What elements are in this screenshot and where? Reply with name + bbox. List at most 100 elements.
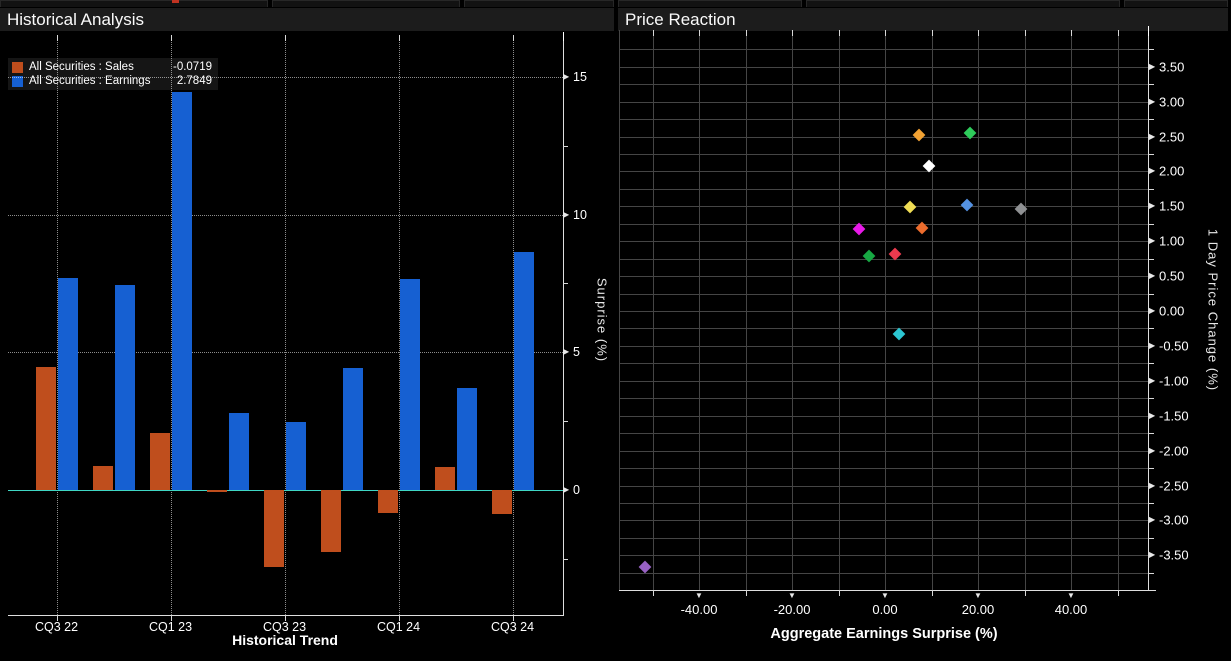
panel-title-left: Historical Analysis [7,9,144,29]
chrome-segment [0,0,268,7]
bar-sales[interactable] [206,490,227,492]
bar-sales[interactable] [263,490,284,567]
gridline-v [619,30,620,590]
bar-earnings[interactable] [456,387,477,490]
x-tick-arrow-icon: ▼ [1067,591,1075,600]
bar-earnings[interactable] [285,421,306,490]
y-tick-label: 3.50 [1159,59,1185,75]
bar-earnings[interactable] [57,277,78,490]
y-tick-arrow-icon: ▶ [1149,375,1156,385]
bar-earnings[interactable] [228,413,249,490]
y-tick-arrow-icon: ▶ [563,485,570,494]
x-tick-label: CQ3 22 [34,620,79,634]
x-tick [512,615,514,621]
y-tick-minor [1148,49,1154,51]
left-plot-area[interactable] [8,35,563,615]
bar-sales[interactable] [377,490,398,514]
x-tick-label: 40.00 [1054,602,1088,617]
bar-earnings[interactable] [513,252,534,490]
y-tick-minor [1148,293,1154,295]
x-axis-title-right: Aggregate Earnings Surprise (%) [770,626,998,642]
bar-sales[interactable] [434,466,455,490]
x-tick-minor [931,590,933,596]
y-tick-label: 0.50 [1159,268,1185,284]
y-tick-minor [1148,468,1154,469]
y-tick-minor [1148,572,1154,574]
gridline-v [978,30,979,590]
y-tick-arrow-icon: ▶ [1149,131,1156,141]
y-tick-arrow-icon: ▶ [1149,271,1156,281]
chrome-red-marker [172,0,179,3]
x-axis-line [8,615,564,616]
x-tick-minor [652,590,654,596]
scatter-point[interactable] [960,198,974,212]
gridline-h [8,76,563,78]
y-tick-label: -0.50 [1159,338,1189,354]
gridline-v [1024,30,1026,590]
y-tick-label: 1.00 [1159,233,1185,249]
y-tick-label: 10 [573,207,587,222]
x-tick [284,615,286,621]
y-tick-arrow-icon: ▶ [1149,340,1156,350]
panel-title-bar-left: Historical Analysis [0,8,614,31]
bar-sales[interactable] [92,466,113,490]
y-tick-arrow-icon: ▶ [1149,410,1156,420]
bar-earnings[interactable] [399,279,420,490]
y-axis-line [563,35,564,615]
y-axis-title-right: 1 Day Price Change (%) [1205,228,1221,392]
bar-sales[interactable] [491,490,512,515]
top-tick [563,32,564,41]
gridline-h [8,352,563,354]
y-tick-arrow-icon: ▶ [1149,550,1156,560]
y-tick-arrow-icon: ▶ [1149,480,1156,490]
y-tick-minor [1148,119,1154,121]
y-tick-arrow-icon: ▶ [563,71,570,81]
y-tick-arrow-icon: ▶ [1149,166,1156,176]
bar-earnings[interactable] [342,368,363,490]
scatter-point[interactable] [912,128,925,142]
y-tick-arrow-icon: ▶ [563,347,570,357]
scatter-point[interactable] [922,159,936,173]
y-tick-label: 5 [573,345,580,360]
chrome-segment [272,0,460,7]
y-tick-minor [563,421,568,423]
y-tick-minor [1148,502,1154,504]
scatter-point[interactable] [638,560,652,573]
chrome-segment [618,0,802,7]
bar-earnings[interactable] [114,285,135,490]
y-tick-minor [1148,433,1154,435]
x-tick [56,615,58,621]
right-plot-area[interactable] [619,30,1148,590]
y-axis-title-left: Surprise (%) [594,277,610,363]
bar-sales[interactable] [35,367,56,490]
scatter-point[interactable] [862,249,876,263]
y-tick-label: 1.50 [1159,198,1185,214]
gridline-v [885,30,886,590]
x-tick-label: 20.00 [961,602,995,617]
gridline-v [652,30,654,590]
y-tick-label: 3.00 [1159,94,1185,110]
x-tick-label: CQ1 24 [376,620,421,634]
gridline-v [284,35,286,615]
x-tick-minor [1117,590,1119,596]
x-tick-arrow-icon: ▼ [881,591,889,600]
x-tick-minor [745,590,747,596]
x-tick-label: -40.00 [680,602,718,617]
gridline-v [1117,30,1119,590]
x-tick-arrow-icon: ▼ [974,591,982,600]
chrome-segment [806,0,1120,7]
y-tick-arrow-icon: ▶ [1149,61,1156,71]
panel-title-bar-right: Price Reaction [618,8,1228,31]
y-axis-line [1148,30,1149,590]
gridline-h [8,214,563,216]
y-tick-minor [1148,328,1154,330]
bar-sales[interactable] [320,490,341,552]
gridline-v [838,30,840,590]
scatter-point[interactable] [893,327,906,341]
scatter-point[interactable] [903,200,917,214]
bar-earnings[interactable] [171,91,192,490]
y-tick-label: -1.00 [1159,373,1189,389]
bar-sales[interactable] [149,432,170,490]
x-tick-label: CQ3 24 [490,620,535,634]
y-tick-minor [563,283,568,285]
